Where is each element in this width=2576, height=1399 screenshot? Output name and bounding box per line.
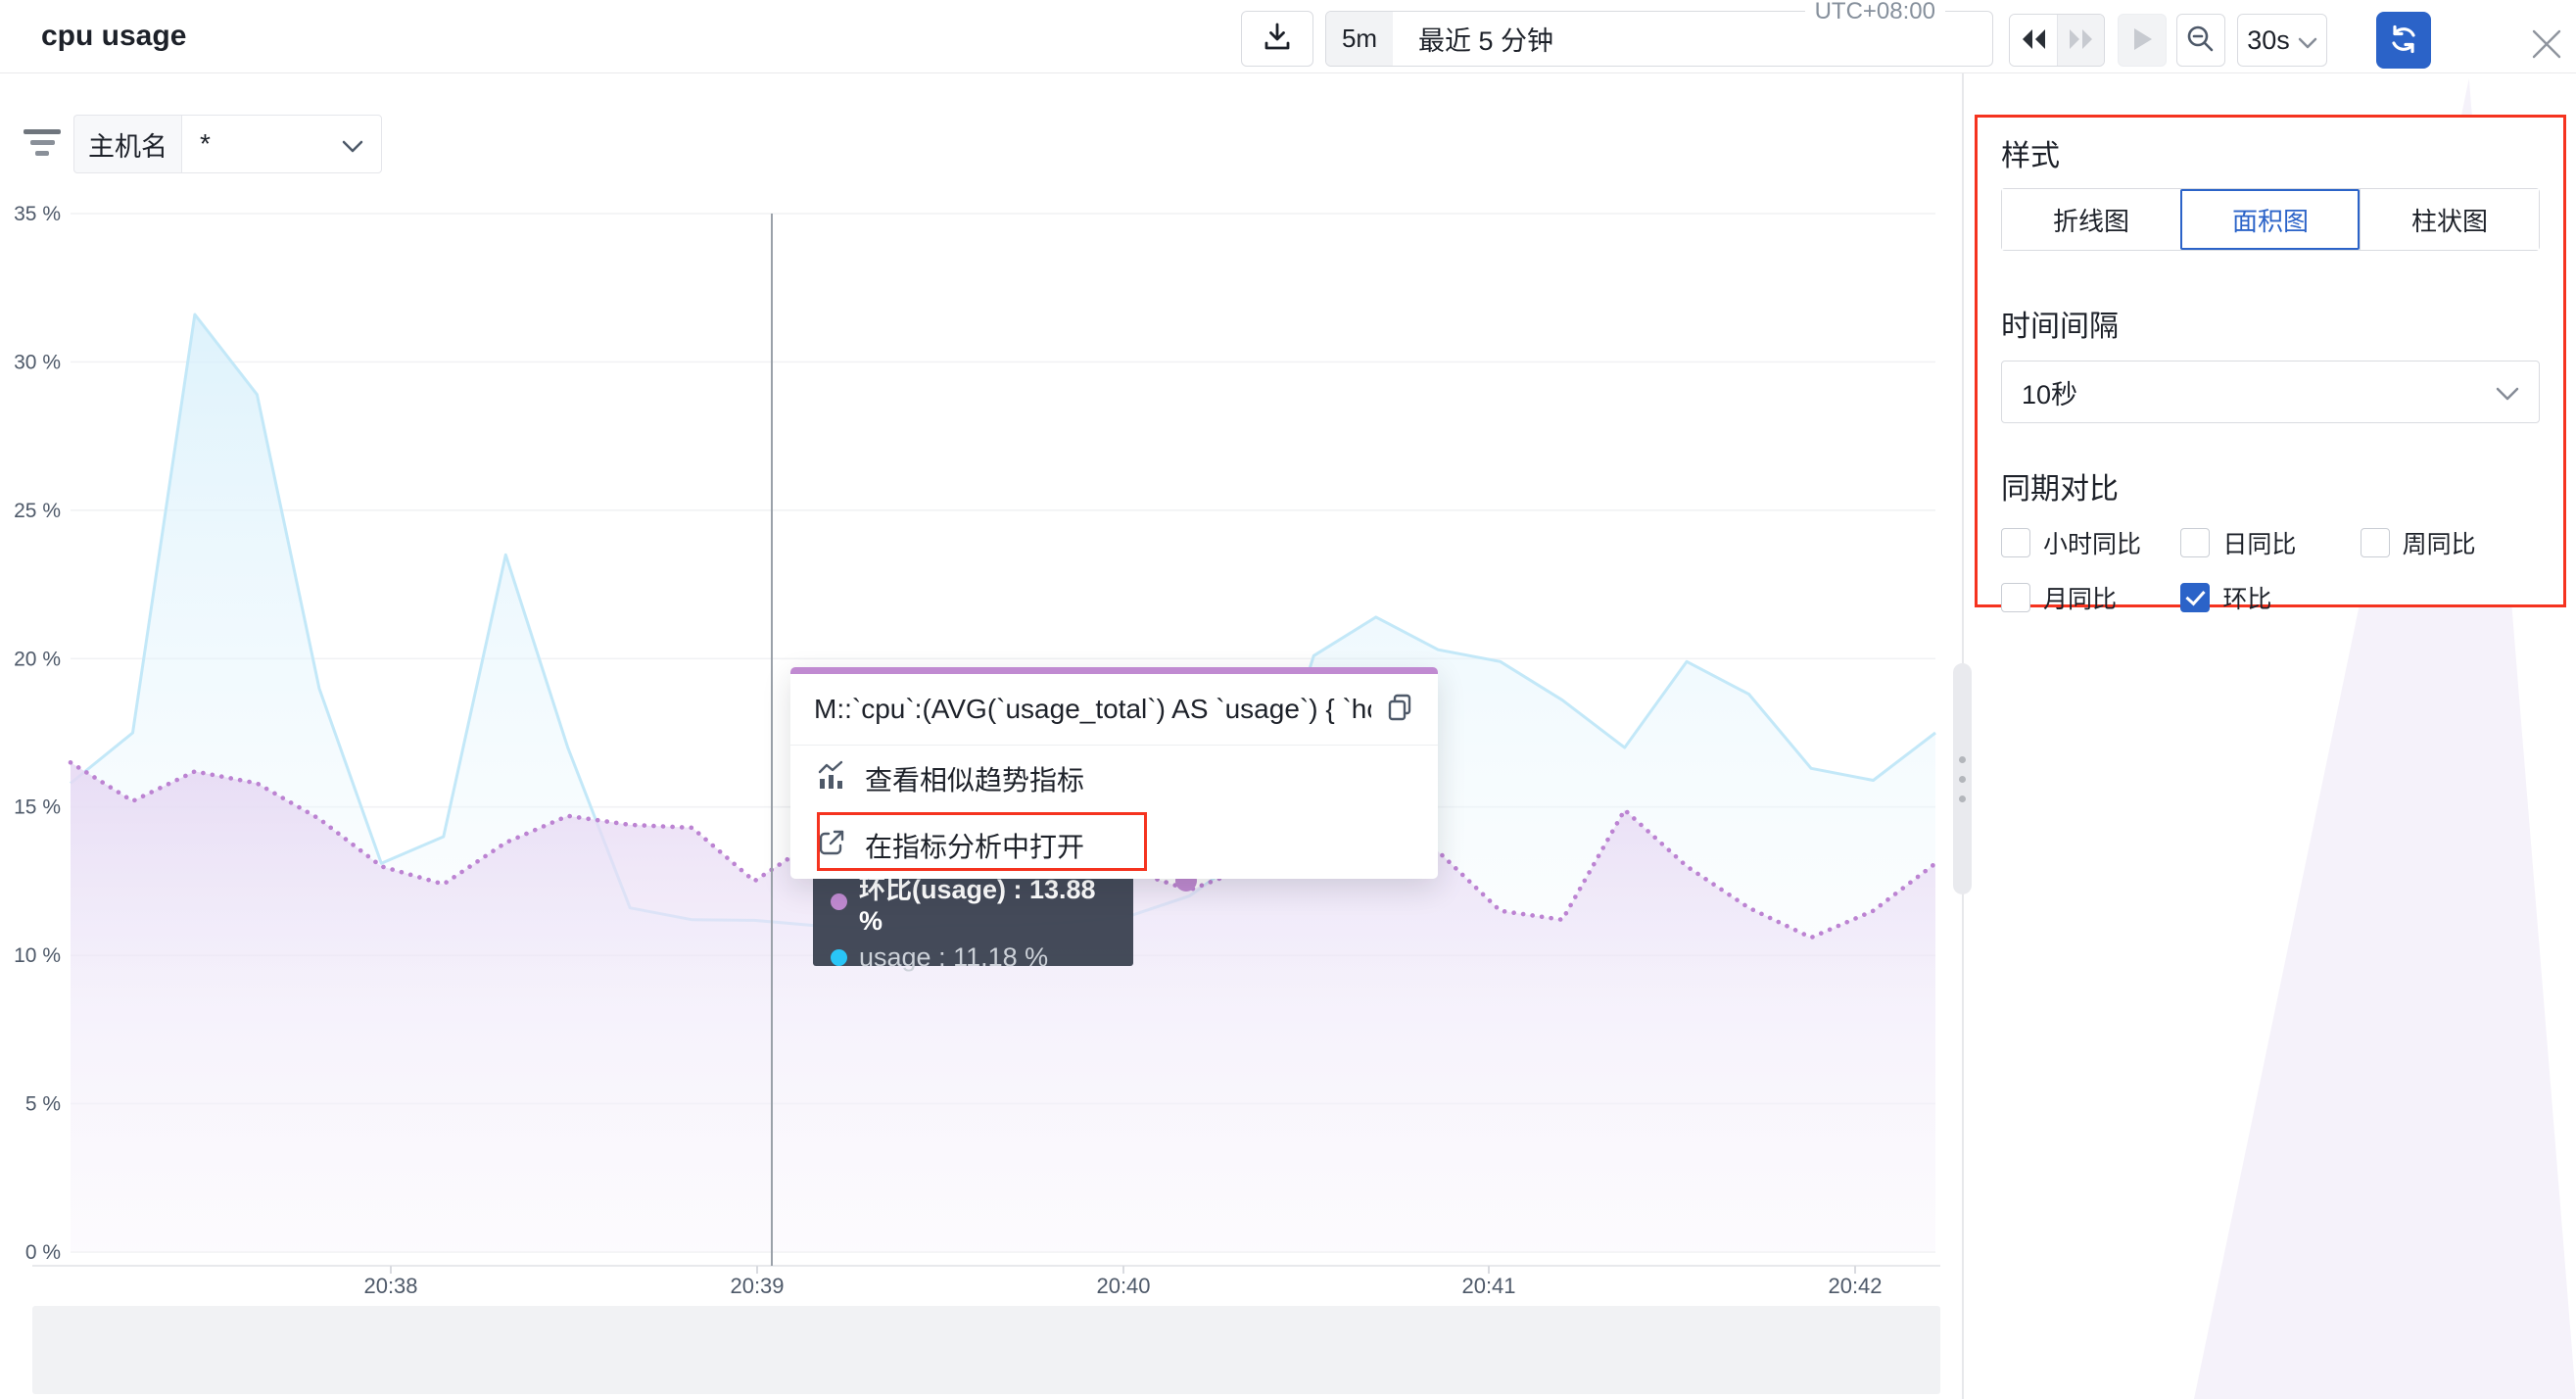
svg-text:0 %: 0 % [25, 1241, 61, 1264]
hostname-filter-select[interactable]: * [181, 115, 382, 173]
refresh-button[interactable] [2376, 12, 2431, 69]
step-forward-button[interactable] [2057, 15, 2104, 66]
refresh-interval-value: 30s [2247, 25, 2290, 56]
tooltip-text: usage : 11.18 % [859, 942, 1048, 973]
chart-type-tab-1[interactable]: 折线图 [2002, 189, 2180, 250]
interval-select-value: 10秒 [2022, 373, 2496, 411]
play-icon [2130, 26, 2154, 55]
topbar: cpu usage 5m 最近 5 分钟 UTC+08:00 [0, 0, 2576, 73]
series-color-dot [831, 949, 847, 966]
external-link-icon [816, 827, 847, 865]
menu-item-2[interactable]: 在指标分析中打开 [790, 812, 1438, 879]
download-icon [1260, 20, 1295, 58]
chevron-down-icon [2298, 25, 2317, 56]
download-button[interactable] [1241, 11, 1313, 67]
chevron-down-icon [2496, 377, 2519, 408]
style-section-title: 样式 [2001, 131, 2540, 174]
time-range-picker[interactable]: 5m 最近 5 分钟 UTC+08:00 [1325, 11, 1993, 67]
compare-option-label: 小时同比 [2043, 525, 2141, 560]
fast-forward-icon [2066, 26, 2097, 55]
metric-context-menu: M::`cpu`:(AVG(`usage_total`) AS `usage`)… [790, 667, 1438, 879]
metric-detail-page: 0 % 5 % 10 % 15 % 20 % 25 % 30 % 35 % 20:38 20:39… [0, 0, 2576, 1399]
compare-option-label: 日同比 [2222, 525, 2296, 560]
menu-item-label: 在指标分析中打开 [865, 826, 1084, 865]
svg-text:20:39: 20:39 [730, 1274, 784, 1298]
compare-option-3[interactable]: 周同比 [2361, 525, 2540, 560]
hostname-filter: 主机名 * [73, 115, 382, 173]
step-backward-button[interactable] [2010, 15, 2057, 66]
copy-icon[interactable] [1385, 693, 1414, 727]
compare-option-1[interactable]: 小时同比 [2001, 525, 2180, 560]
time-range-label: 最近 5 分钟 [1393, 20, 1553, 58]
chart-settings-panel: 样式 折线图面积图柱状图 时间间隔 10秒 同期对比 小时同比日同比周同比月同比… [1975, 115, 2566, 607]
chart-type-tab-3[interactable]: 柱状图 [2360, 189, 2539, 250]
hostname-filter-label: 主机名 [73, 115, 181, 173]
panel-resize-handle[interactable] [1953, 663, 1972, 894]
refresh-icon [2386, 22, 2421, 60]
checkbox-icon[interactable] [2361, 528, 2390, 557]
legend-bar[interactable] [32, 1306, 1940, 1394]
compare-option-label: 环比 [2222, 580, 2271, 615]
compare-option-5[interactable]: 环比 [2180, 580, 2360, 615]
svg-text:20:41: 20:41 [1461, 1274, 1515, 1298]
metric-query-row[interactable]: M::`cpu`:(AVG(`usage_total`) AS `usage`)… [790, 674, 1438, 745]
zoom-out-icon [2185, 24, 2217, 58]
svg-text:20:40: 20:40 [1096, 1274, 1150, 1298]
svg-text:35 %: 35 % [14, 203, 61, 225]
menu-accent-bar [790, 667, 1438, 674]
svg-text:10 %: 10 % [14, 944, 61, 967]
chevron-down-icon [342, 128, 363, 160]
rewind-icon [2018, 26, 2049, 55]
checkbox-icon[interactable] [2001, 528, 2030, 557]
chart-type-tab-2[interactable]: 面积图 [2180, 189, 2360, 250]
compare-option-4[interactable]: 月同比 [2001, 580, 2180, 615]
history-nav-group [2009, 14, 2105, 67]
svg-text:20:38: 20:38 [363, 1274, 417, 1298]
checkbox-icon[interactable] [2180, 528, 2210, 557]
compare-option-label: 周同比 [2403, 525, 2476, 560]
filter-icon [22, 125, 63, 159]
checkbox-checked-icon[interactable] [2180, 583, 2210, 612]
compare-option-2[interactable]: 日同比 [2180, 525, 2360, 560]
interval-select[interactable]: 10秒 [2001, 361, 2540, 423]
checkbox-icon[interactable] [2001, 583, 2030, 612]
timezone-label: UTC+08:00 [1805, 0, 1945, 25]
duration-badge: 5m [1326, 12, 1393, 66]
refresh-interval-select[interactable]: 30s [2237, 14, 2327, 67]
menu-item-label: 查看相似趋势指标 [865, 759, 1084, 798]
interval-section-title: 时间间隔 [2001, 302, 2540, 345]
svg-text:20 %: 20 % [14, 648, 61, 670]
svg-text:25 %: 25 % [14, 500, 61, 522]
metric-query-text: M::`cpu`:(AVG(`usage_total`) AS `usage`)… [814, 694, 1371, 725]
compare-options: 小时同比 日同比 周同比月同比 环比 [2001, 525, 2540, 615]
play-button[interactable] [2118, 14, 2167, 67]
close-icon [2529, 26, 2564, 65]
svg-text:15 %: 15 % [14, 796, 61, 819]
chart-tooltip: 环比(usage) : 13.88 %usage : 11.18 % [813, 874, 1133, 966]
compare-section-title: 同期对比 [2001, 464, 2540, 507]
page-title: cpu usage [41, 20, 186, 53]
menu-item-1[interactable]: 查看相似趋势指标 [790, 746, 1438, 812]
svg-text:30 %: 30 % [14, 351, 61, 373]
hostname-filter-value: * [200, 128, 334, 160]
chart-type-tabs: 折线图面积图柱状图 [2001, 188, 2540, 251]
compare-option-label: 月同比 [2043, 580, 2117, 615]
svg-text:20:42: 20:42 [1828, 1274, 1882, 1298]
close-button[interactable] [2527, 25, 2566, 65]
tooltip-row-2: usage : 11.18 % [831, 942, 1116, 973]
trend-chart-icon [816, 760, 847, 798]
series-color-dot [831, 893, 847, 910]
svg-text:5 %: 5 % [25, 1093, 61, 1116]
menu-items: 查看相似趋势指标在指标分析中打开 [790, 746, 1438, 879]
zoom-out-button[interactable] [2176, 14, 2225, 67]
